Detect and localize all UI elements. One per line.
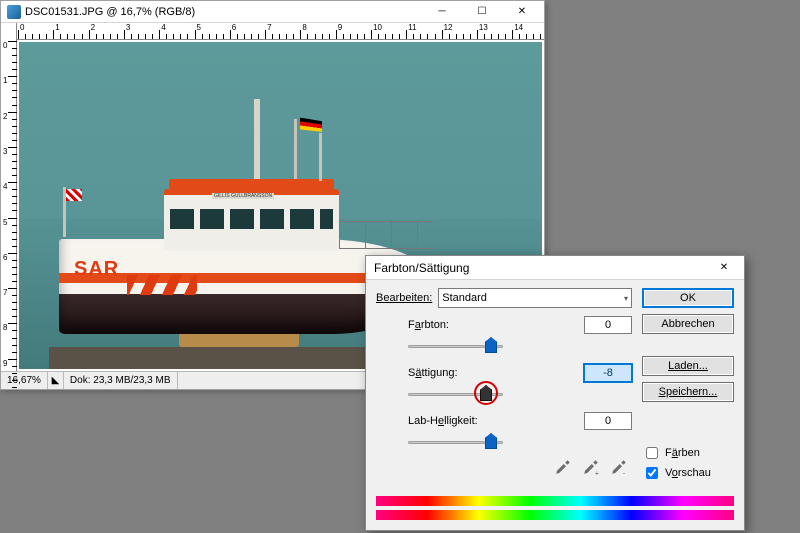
ruler-v-label: 8 [3,323,7,332]
preview-checkbox-box[interactable] [646,467,658,479]
ruler-h-label: 13 [479,23,488,32]
ruler-h-label: 10 [373,23,382,32]
hue-sat-dialog: Farbton/Sättigung ✕ Bearbeiten: Standard… [365,255,745,531]
dialog-close-button[interactable]: ✕ [704,258,744,278]
hue-input[interactable] [584,316,632,334]
ruler-h-label: 0 [20,23,24,32]
save-button[interactable]: Speichern... [642,382,734,402]
boat-name-plate: GILLIS GULLBRANSSON [212,193,274,199]
hue-slider[interactable] [408,336,574,358]
ruler-v-label: 6 [3,253,7,262]
zoom-field[interactable]: 16,67% [1,372,48,389]
document-title: DSC01531.JPG @ 16,7% (RGB/8) [25,6,422,18]
saturation-input[interactable] [584,364,632,382]
ruler-h-label: 5 [197,23,201,32]
ruler-h-label: 11 [408,23,416,32]
ruler-h-label: 4 [161,23,165,32]
eyedropper-minus-icon[interactable]: - [610,458,628,476]
slider-thumb[interactable] [485,337,497,353]
maximize-button[interactable]: ☐ [462,2,502,22]
lightness-input[interactable] [584,412,632,430]
app-icon [7,5,21,19]
ruler-v-label: 9 [3,359,7,368]
spectrum-bars [376,494,734,522]
eyedropper-plus-icon[interactable]: + [582,458,600,476]
minimize-button[interactable]: ─ [422,2,462,22]
dialog-titlebar[interactable]: Farbton/Sättigung ✕ [366,256,744,280]
ruler-v-label: 3 [3,147,7,156]
lightness-slider[interactable] [408,432,574,454]
ok-button[interactable]: OK [642,288,734,308]
ruler-horizontal[interactable]: 01234567891011121314 [1,23,544,40]
eyedropper-icon[interactable] [554,458,572,476]
slider-thumb[interactable] [480,385,492,401]
ruler-h-label: 3 [126,23,130,32]
ruler-h-label: 2 [91,23,95,32]
ruler-h-label: 7 [267,23,271,32]
ruler-vertical[interactable]: 0 1 2 3 4 5 6 7 8 9 [1,40,17,371]
ruler-h-label: 9 [338,23,342,32]
ruler-v-label: 4 [3,182,7,191]
svg-text:+: + [595,468,600,476]
boat-sar-text: SAR [74,258,119,281]
slider-thumb[interactable] [485,433,497,449]
ruler-v-label: 0 [3,41,7,50]
status-triangle-icon[interactable]: ◣ [48,372,64,389]
lightness-label: Lab-Helligkeit: [408,415,488,427]
doc-size: Dok: 23,3 MB/23,3 MB [64,372,178,389]
edit-select[interactable]: Standard ▾ [438,288,632,308]
ruler-origin[interactable] [1,23,17,40]
eyedropper-group: + - [376,454,632,476]
ruler-v-label: 7 [3,288,7,297]
ruler-v-label: 2 [3,112,7,121]
preview-checkbox[interactable]: Vorschau [642,464,734,482]
hue-label: Farbton: [408,319,488,331]
document-titlebar[interactable]: DSC01531.JPG @ 16,7% (RGB/8) ─ ☐ ✕ [1,1,544,23]
close-button[interactable]: ✕ [502,2,542,22]
ruler-v-label: 5 [3,218,7,227]
dialog-title: Farbton/Sättigung [374,261,704,275]
ruler-h-label: 14 [514,23,523,32]
ruler-h-label: 1 [55,23,59,32]
spectrum-output [376,510,734,520]
load-button[interactable]: Laden... [642,356,734,376]
ruler-h-label: 8 [302,23,306,32]
ruler-h-label: 6 [232,23,236,32]
saturation-label: Sättigung: [408,367,488,379]
ruler-v-label: 1 [3,76,7,85]
cancel-button[interactable]: Abbrechen [642,314,734,334]
svg-text:-: - [623,468,626,476]
ruler-h-label: 12 [444,23,453,32]
colorize-checkbox-box[interactable] [646,447,658,459]
flag-icon [300,117,322,132]
colorize-checkbox[interactable]: Färben [642,444,734,462]
spectrum-input[interactable] [376,496,734,506]
saturation-slider[interactable] [408,384,574,406]
edit-select-value: Standard [442,292,487,304]
edit-label: Bearbeiten: [376,292,432,304]
chevron-down-icon: ▾ [624,294,628,303]
